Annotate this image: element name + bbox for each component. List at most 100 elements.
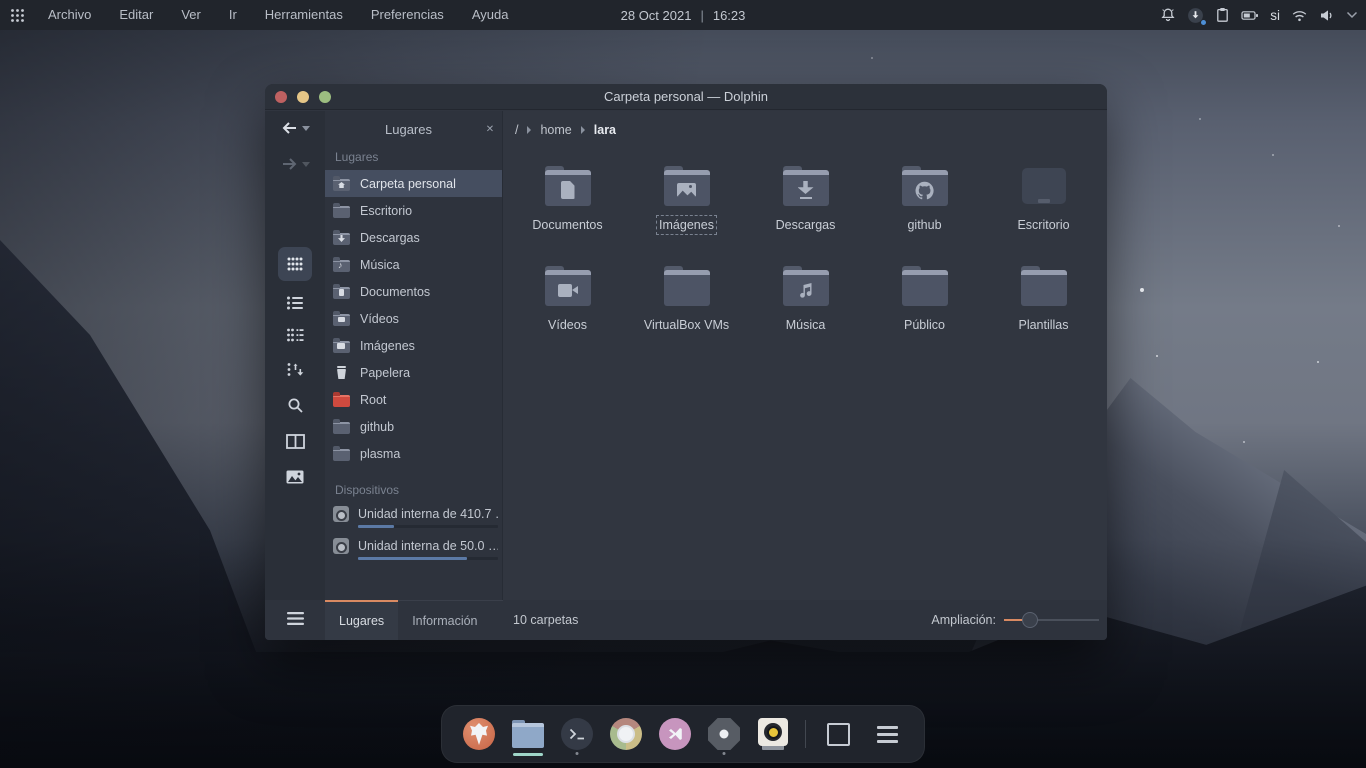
breadcrumb-caret-icon[interactable] [581,126,585,134]
place-carpeta-personal[interactable]: Carpeta personal [325,170,502,197]
back-button[interactable] [265,121,325,135]
media-player-speaker-icon [758,718,788,750]
app-launcher-button[interactable] [0,8,34,23]
dock-show-desktop[interactable] [821,712,855,756]
menu-herramientas[interactable]: Herramientas [251,0,357,30]
dock [441,705,925,763]
tab-lugares[interactable]: Lugares [325,601,398,640]
details-view-button[interactable] [278,321,312,349]
menu-editar[interactable]: Editar [105,0,167,30]
folder-music-icon [783,266,829,306]
dock-firefox[interactable] [462,712,496,756]
folder-icon [664,266,710,306]
battery-tray-icon[interactable] [1241,8,1259,23]
show-menu-button[interactable] [287,612,304,628]
chromium-icon [610,718,642,750]
place-papelera[interactable]: Papelera [325,359,502,386]
folder-publico[interactable]: Público [865,266,984,354]
keyboard-layout-indicator[interactable]: si [1270,8,1280,23]
dock-file-manager[interactable] [511,712,545,756]
menu-preferencias[interactable]: Preferencias [357,0,458,30]
menu-ayuda[interactable]: Ayuda [458,0,523,30]
folder-github-icon [902,166,948,206]
folder-descargas[interactable]: Descargas [746,166,865,254]
folder-escritorio[interactable]: Escritorio [984,166,1103,254]
search-button[interactable] [278,391,312,419]
split-view-button[interactable] [278,427,312,455]
dock-app-menu[interactable] [870,712,904,756]
folder-music-icon: ♪ [333,257,350,272]
window-titlebar[interactable]: Carpeta personal — Dolphin [265,84,1107,110]
vertical-toolbar [265,111,325,600]
folder-virtualbox-vms[interactable]: VirtualBox VMs [627,266,746,354]
clock-separator: | [700,8,703,23]
place-github[interactable]: github [325,413,502,440]
place-plasma[interactable]: plasma [325,440,502,467]
dock-chromium[interactable] [609,712,643,756]
drive-icon [333,507,350,522]
folder-grid: Documentos Imágenes Descargas [503,166,1107,354]
app-grid-icon [10,8,25,23]
folder-documentos[interactable]: Documentos [508,166,627,254]
dock-running-indicator [576,752,579,755]
place-documentos[interactable]: Documentos [325,278,502,305]
music-note-icon [798,282,814,299]
dock-vscodium[interactable] [658,712,692,756]
dock-running-indicator [723,752,726,755]
compact-view-button[interactable] [278,289,312,317]
breadcrumb-caret-icon[interactable] [527,126,531,134]
place-videos[interactable]: Vídeos [325,305,502,332]
dock-media-player[interactable] [756,712,790,756]
dock-terminal[interactable] [560,712,594,756]
sort-button[interactable] [278,355,312,383]
dock-settings[interactable] [707,712,741,756]
places-panel: Lugares ✕ Lugares Carpeta personal Escri… [325,111,503,600]
tray-expand-chevron-icon[interactable] [1346,11,1358,19]
menu-archivo[interactable]: Archivo [34,0,105,30]
zoom-slider-handle[interactable] [1022,612,1038,628]
device-unidad-410[interactable]: Unidad interna de 410.7 … [325,503,502,535]
updates-tray-icon[interactable] [1187,7,1204,24]
place-escritorio[interactable]: Escritorio [325,197,502,224]
place-imagenes[interactable]: Imágenes [325,332,502,359]
folder-download-icon [333,230,350,245]
tab-informacion[interactable]: Información [398,601,491,640]
folder-imagenes[interactable]: Imágenes [627,166,746,254]
settings-gear-icon [708,718,740,750]
notifications-bell-icon[interactable] [1160,7,1176,23]
github-octocat-icon [915,181,934,200]
place-musica[interactable]: ♪ Música [325,251,502,278]
folder-musica[interactable]: Música [746,266,865,354]
terminal-icon [561,718,593,750]
folder-videos[interactable]: Vídeos [508,266,627,354]
panel-close-icon[interactable]: ✕ [478,124,502,135]
global-menubar: Archivo Editar Ver Ir Herramientas Prefe… [0,0,1366,30]
device-unidad-50[interactable]: Unidad interna de 50.0 … [325,535,502,567]
breadcrumb-current[interactable]: lara [594,123,616,137]
clipboard-tray-icon[interactable] [1215,7,1230,23]
wifi-tray-icon[interactable] [1291,8,1308,23]
volume-tray-icon[interactable] [1319,8,1335,23]
breadcrumb-home[interactable]: home [540,123,571,137]
section-label-places: Lugares [325,148,502,170]
folder-icon [333,203,350,218]
menu-ver[interactable]: Ver [167,0,215,30]
place-root[interactable]: Root [325,386,502,413]
folder-videos-icon [333,311,350,326]
icons-view-button[interactable] [278,247,312,281]
desktop-icon [1022,166,1066,206]
folder-github[interactable]: github [865,166,984,254]
back-history-caret-icon [302,126,310,131]
zoom-slider[interactable] [1004,612,1099,628]
zoom-label: Ampliación: [931,613,996,627]
folder-plantillas[interactable]: Plantillas [984,266,1103,354]
hamburger-menu-icon [877,733,898,736]
folder-icon [902,266,948,306]
place-descargas[interactable]: Descargas [325,224,502,251]
breadcrumb-root[interactable]: / [515,123,518,137]
forward-button-disabled[interactable] [265,157,325,171]
clock-widget[interactable]: 28 Oct 2021 | 16:23 [621,8,746,23]
firefox-icon [463,718,495,750]
preview-toggle-button[interactable] [278,463,312,491]
menu-ir[interactable]: Ir [215,0,251,30]
